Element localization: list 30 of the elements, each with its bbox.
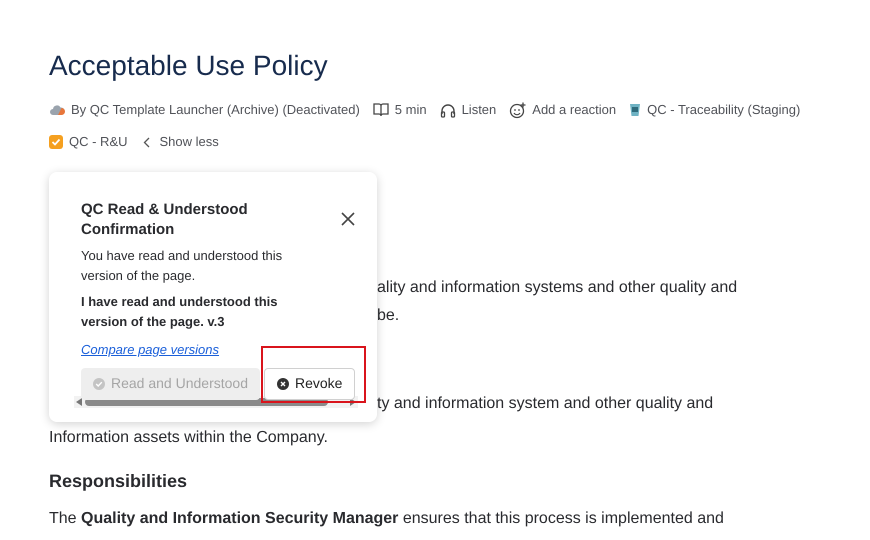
close-icon[interactable]	[341, 212, 355, 226]
revoke-button[interactable]: Revoke	[264, 368, 356, 400]
body-text: ty and information system and other quality and	[377, 394, 714, 414]
section-heading: Responsibilities	[49, 470, 188, 493]
headphones-icon	[440, 102, 456, 118]
popover-title: QC Read & Understood Confirmation	[81, 200, 249, 240]
cup-icon	[629, 103, 642, 117]
author-link[interactable]: By QC Template Launcher (Archive) (Deactivated)	[71, 100, 360, 120]
app-link[interactable]: QC - Traceability (Staging)	[647, 100, 800, 120]
check-circle-icon	[93, 378, 105, 390]
chevron-left-icon	[142, 136, 150, 148]
x-circle-icon	[277, 378, 289, 390]
book-icon	[372, 103, 389, 117]
popover-statement: I have read and understood this version of the page. v.3	[80, 293, 278, 331]
body-text: ality and information systems and other quality and	[377, 278, 738, 298]
body-text: The Quality and Information Security Manager ensures that this process is implemented and	[49, 509, 725, 529]
popover-message: You have read and understood this version of the page.	[80, 247, 284, 285]
checkbox-icon	[49, 135, 63, 149]
app-link[interactable]: QC - R&U	[69, 132, 128, 152]
smiley-add-icon	[509, 102, 526, 118]
cloud-icon	[49, 104, 65, 116]
scroll-left-icon[interactable]	[76, 398, 82, 406]
show-less-button[interactable]: Show less	[160, 132, 219, 152]
listen-button[interactable]: Listen	[462, 100, 496, 120]
read-time: 5 min	[394, 101, 427, 120]
compare-versions-link[interactable]: Compare page versions	[81, 340, 220, 360]
add-reaction-button[interactable]: Add a reaction	[532, 100, 616, 120]
body-text: Information assets within the Company.	[49, 428, 329, 448]
body-text: be.	[377, 306, 400, 326]
page-title: Acceptable Use Policy	[49, 49, 329, 83]
